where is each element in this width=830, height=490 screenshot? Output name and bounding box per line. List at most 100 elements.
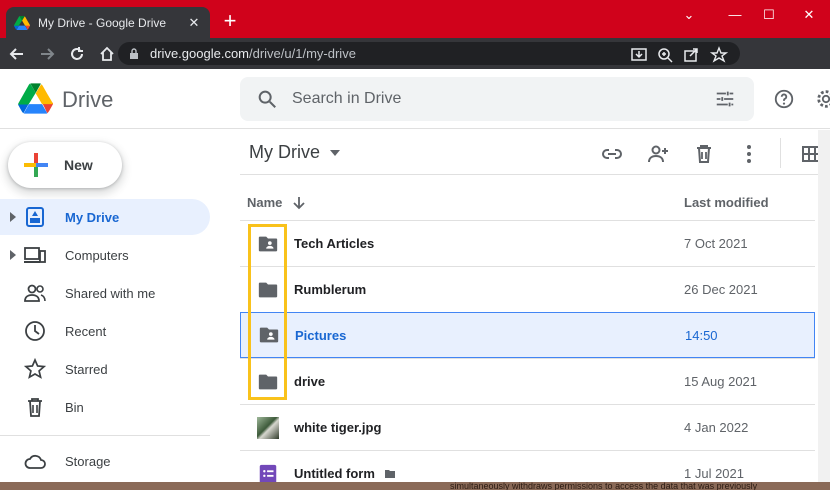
drive-header: Drive [0, 69, 830, 129]
file-name: white tiger.jpg [294, 420, 382, 435]
file-row[interactable]: drive 15 Aug 2021 [240, 358, 815, 404]
sidebar-item-recent[interactable]: Recent [0, 313, 210, 349]
file-row[interactable]: Tech Articles 7 Oct 2021 [240, 220, 815, 266]
browser-titlebar: My Drive - Google Drive ✕ + ⌄ — ☐ ✕ [0, 0, 830, 38]
sidebar-item-label: Computers [65, 247, 129, 263]
file-name-text: Untitled form [294, 466, 375, 481]
search-bar[interactable] [240, 77, 754, 121]
file-modified: 14:50 [685, 327, 718, 343]
sort-arrow-down-icon[interactable] [292, 196, 306, 210]
dropdown-arrow-icon[interactable] [330, 149, 340, 156]
sidebar-item-shared-with-me[interactable]: Shared with me [0, 275, 210, 311]
bookmark-star-icon[interactable] [710, 46, 728, 64]
file-modified: 4 Jan 2022 [684, 420, 749, 435]
plus-icon [24, 153, 48, 177]
browser-window: My Drive - Google Drive ✕ + ⌄ — ☐ ✕ driv… [0, 0, 830, 482]
file-modified: 1 Jul 2021 [684, 466, 744, 481]
help-icon[interactable] [773, 88, 795, 110]
zoom-icon[interactable] [656, 46, 674, 64]
browser-toolbar: drive.google.com/drive/u/1/my-drive [0, 38, 830, 102]
sidebar-item-label: Bin [65, 399, 84, 415]
url-path: /drive/u/1/my-drive [249, 46, 356, 61]
home-button[interactable] [94, 41, 120, 67]
trash-icon[interactable] [692, 142, 716, 166]
settings-gear-icon[interactable] [815, 88, 830, 110]
file-row-selected[interactable]: Pictures 14:50 [240, 312, 815, 358]
browser-tab[interactable]: My Drive - Google Drive ✕ [6, 7, 210, 38]
file-modified: 26 Dec 2021 [684, 282, 758, 297]
header-divider [240, 174, 830, 175]
image-thumbnail [257, 416, 279, 439]
sidebar-item-storage[interactable]: Storage [0, 443, 210, 479]
sidebar-item-bin[interactable]: Bin [0, 389, 210, 425]
new-button[interactable]: New [8, 142, 122, 188]
file-modified: 15 Aug 2021 [684, 374, 758, 389]
sidebar-item-my-drive[interactable]: My Drive [0, 199, 210, 235]
sidebar-item-starred[interactable]: Starred [0, 351, 210, 387]
new-tab-button[interactable]: + [218, 9, 242, 33]
file-row[interactable]: white tiger.jpg 4 Jan 2022 [240, 404, 815, 450]
column-header-last-modified[interactable]: Last modified [684, 195, 769, 210]
more-options-icon[interactable] [737, 142, 761, 166]
clock-icon [25, 321, 45, 341]
sidebar-item-computers[interactable]: Computers [0, 237, 210, 273]
close-window-button[interactable]: ✕ [796, 4, 822, 26]
breadcrumb-my-drive[interactable]: My Drive [249, 142, 320, 163]
sidebar-item-label: Recent [65, 323, 107, 339]
file-name: Rumblerum [294, 282, 367, 297]
file-modified: 7 Oct 2021 [684, 236, 748, 251]
back-button[interactable] [4, 41, 30, 67]
drive-logo-text[interactable]: Drive [62, 87, 113, 113]
sidebar-item-label: Storage [65, 453, 111, 469]
search-input[interactable] [292, 85, 692, 113]
sidebar-item-label: My Drive [65, 209, 120, 225]
url-text: drive.google.com/drive/u/1/my-drive [150, 46, 356, 61]
tab-close-icon[interactable]: ✕ [186, 15, 202, 31]
search-options-icon[interactable] [714, 88, 736, 110]
forward-button[interactable] [34, 41, 60, 67]
folder-icons-highlight-box [248, 224, 287, 400]
reload-button[interactable] [64, 41, 90, 67]
new-button-label: New [64, 157, 93, 173]
breadcrumb[interactable]: My Drive [249, 142, 340, 163]
forward-arrow-icon [41, 47, 55, 60]
address-bar[interactable]: drive.google.com/drive/u/1/my-drive [118, 42, 740, 65]
computers-icon [24, 247, 46, 263]
home-icon [100, 46, 114, 61]
main-content: My Drive Name Last modified Tech Article… [240, 130, 830, 482]
sidebar: New My Drive Computers Shared with me Re… [0, 130, 230, 482]
file-name: Untitled form [294, 466, 395, 481]
reload-icon [71, 46, 83, 60]
shared-icon [24, 284, 46, 302]
minimize-button[interactable]: — [722, 4, 748, 26]
expand-caret-icon[interactable] [9, 250, 17, 260]
folder-location-icon [384, 470, 395, 478]
maximize-button[interactable]: ☐ [756, 4, 782, 26]
bin-icon [28, 398, 42, 417]
install-app-icon[interactable] [630, 46, 648, 64]
google-forms-icon [259, 464, 277, 482]
cloud-icon [24, 454, 46, 469]
file-row[interactable]: Untitled form 1 Jul 2021 [240, 450, 815, 482]
link-icon[interactable] [600, 142, 624, 166]
sidebar-item-label: Starred [65, 361, 108, 377]
search-icon[interactable] [256, 88, 278, 110]
file-row[interactable]: Rumblerum 26 Dec 2021 [240, 266, 815, 312]
scrollbar[interactable] [818, 130, 830, 482]
expand-caret-icon[interactable] [9, 212, 17, 222]
google-drive-favicon-icon [14, 15, 30, 30]
tab-title: My Drive - Google Drive [38, 15, 167, 30]
url-host: drive.google.com [150, 46, 249, 61]
sidebar-item-label: Shared with me [65, 285, 156, 301]
column-header-name[interactable]: Name [247, 195, 306, 210]
sidebar-divider [0, 435, 210, 436]
tab-search-icon[interactable]: ⌄ [676, 4, 702, 26]
add-person-icon[interactable] [646, 142, 670, 166]
toolbar-separator [780, 138, 781, 168]
my-drive-icon [26, 207, 44, 227]
file-name: Pictures [295, 327, 347, 343]
background-text: simultaneously withdraws permissions to … [450, 481, 758, 490]
file-name: drive [294, 374, 326, 389]
share-icon[interactable] [682, 46, 700, 64]
google-drive-logo-icon[interactable] [18, 83, 53, 114]
